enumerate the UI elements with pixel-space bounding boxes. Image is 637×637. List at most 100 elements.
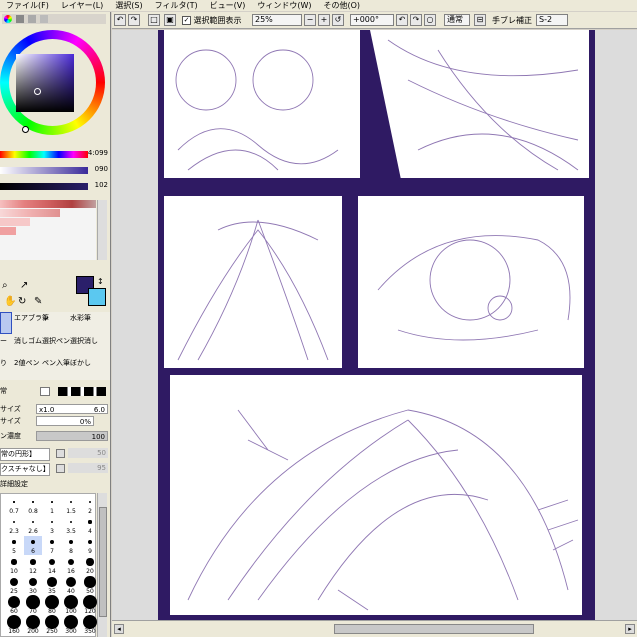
brush-size-cell[interactable]: 0.7 <box>5 496 23 515</box>
brush-size-cell[interactable]: 300 <box>62 615 80 635</box>
rotate-left-icon[interactable]: ↶ <box>396 14 408 26</box>
deselect-icon[interactable]: □ <box>148 14 160 26</box>
brush-size-cell[interactable]: 60 <box>5 595 23 615</box>
brush-size-cell[interactable]: 3 <box>43 516 61 535</box>
tool-inking-brush[interactable]: ペン入筆 <box>42 358 70 368</box>
canvas-area[interactable] <box>112 30 637 620</box>
density-field[interactable]: 100 <box>36 431 108 441</box>
stabilizer-select[interactable]: S-2 <box>536 14 568 26</box>
redo-icon[interactable]: ↷ <box>128 14 140 26</box>
brush-size-cell[interactable]: 6 <box>24 536 42 555</box>
rotation-select[interactable]: +000° <box>350 14 394 26</box>
value-slider[interactable] <box>0 183 88 190</box>
brush-size-cell[interactable]: 100 <box>62 595 80 615</box>
menu-select[interactable]: 選択(S) <box>109 0 148 11</box>
menu-view[interactable]: ビュー(V) <box>204 0 252 11</box>
swatch-scrollbar[interactable] <box>97 200 107 260</box>
scroll-left-icon[interactable]: ◂ <box>114 624 124 634</box>
rgb-tab-icon[interactable] <box>16 15 24 23</box>
saturation-value-square[interactable] <box>16 54 74 112</box>
tool-select-eraser[interactable]: 選択消し <box>70 336 98 346</box>
menu-other[interactable]: その他(O) <box>317 0 366 11</box>
manga-page[interactable] <box>158 30 595 620</box>
hand-tool-icon[interactable]: ✋ <box>4 296 16 307</box>
tool-watercolor[interactable]: 水彩筆 <box>70 313 91 323</box>
texture-select[interactable]: クスチャなし】 <box>0 463 50 476</box>
color-wheel-tab-icon[interactable] <box>4 15 12 23</box>
tool-blur[interactable]: ぼかし <box>70 358 91 368</box>
color-picker-cursor[interactable] <box>34 88 41 95</box>
rotate-right-icon[interactable]: ↷ <box>410 14 422 26</box>
eyedropper-icon[interactable]: ✎ <box>34 296 42 307</box>
menu-window[interactable]: ウィンドウ(W) <box>251 0 317 11</box>
zoom-reset-icon[interactable]: ↺ <box>332 14 344 26</box>
brush-size-cell[interactable]: 25 <box>5 576 23 595</box>
brush-size-cell[interactable]: 0.8 <box>24 496 42 515</box>
blend-label[interactable]: 常 <box>0 387 7 395</box>
brush-shape-selector[interactable] <box>58 387 106 396</box>
background-color-swatch[interactable] <box>88 288 106 306</box>
move-tool-icon[interactable]: ↗ <box>20 280 28 291</box>
checkbox-icon[interactable]: ✓ <box>182 16 191 25</box>
min-size-field[interactable]: 0% <box>36 416 94 426</box>
zoom-tool-icon[interactable]: ⌕ <box>2 280 8 291</box>
tool-partial-1[interactable]: ー <box>0 336 7 346</box>
invert-selection-icon[interactable]: ▣ <box>164 14 176 26</box>
brush-size-cell[interactable]: 160 <box>5 615 23 635</box>
brush-palette-scroll-thumb[interactable] <box>99 507 107 617</box>
hue-slider[interactable] <box>0 151 88 158</box>
hsv-tab-icon[interactable] <box>28 15 36 23</box>
brush-size-cell[interactable]: 1 <box>43 496 61 515</box>
shape-select[interactable]: 常の円形】 <box>0 448 50 461</box>
brush-size-cell[interactable]: 200 <box>24 615 42 635</box>
brush-size-cell[interactable]: 16 <box>62 556 80 575</box>
brush-size-cell[interactable]: 30 <box>24 576 42 595</box>
show-selection-toggle[interactable]: ✓ 選択範囲表示 <box>182 15 242 26</box>
rotate-tool-icon[interactable]: ↻ <box>18 296 26 307</box>
undo-icon[interactable]: ↶ <box>114 14 126 26</box>
brush-size-cell[interactable]: 12 <box>24 556 42 575</box>
horizontal-scroll-thumb[interactable] <box>334 624 534 634</box>
tool-brush[interactable]: 筆 <box>42 313 49 323</box>
texture-toggle-icon[interactable] <box>56 464 65 473</box>
hue-cursor[interactable] <box>22 126 29 133</box>
menu-file[interactable]: ファイル(F) <box>0 0 55 11</box>
blend-dropdown-icon[interactable] <box>40 387 50 396</box>
brush-size-cell[interactable]: 80 <box>43 595 61 615</box>
tool-partial-2[interactable]: り <box>0 358 7 368</box>
brush-size-cell[interactable]: 8 <box>62 536 80 555</box>
brush-size-cell[interactable]: 35 <box>43 576 61 595</box>
zoom-select[interactable]: 25% <box>252 14 302 26</box>
brush-size-cell[interactable]: 1.5 <box>62 496 80 515</box>
brush-size-cell[interactable]: 70 <box>24 595 42 615</box>
swap-colors-icon[interactable]: ↕ <box>97 277 104 286</box>
brush-size-cell[interactable]: 2.3 <box>5 516 23 535</box>
brush-size-cell[interactable]: 5 <box>5 536 23 555</box>
rotate-reset-icon[interactable]: ○ <box>424 14 436 26</box>
detail-settings[interactable]: 詳細設定 <box>0 479 110 490</box>
swatch-palette[interactable] <box>0 200 96 260</box>
brush-size-cell[interactable]: 14 <box>43 556 61 575</box>
color-wheel[interactable] <box>0 30 105 135</box>
pen-tool-selected[interactable] <box>0 312 12 334</box>
brush-palette-scrollbar[interactable] <box>97 493 107 637</box>
shape-toggle-icon[interactable] <box>56 449 65 458</box>
menu-layer[interactable]: レイヤー(L) <box>55 0 109 11</box>
brush-size-cell[interactable]: 3.5 <box>62 516 80 535</box>
brush-size-cell[interactable]: 250 <box>43 615 61 635</box>
tool-select-pen[interactable]: 選択ペン <box>42 336 70 346</box>
shape-strength[interactable]: 50 <box>68 448 108 458</box>
tool-eraser[interactable]: 消しゴム <box>14 336 42 346</box>
brush-size-cell[interactable]: 7 <box>43 536 61 555</box>
flip-icon[interactable]: ⊟ <box>474 14 486 26</box>
tool-binary-pen[interactable]: 2値ペン <box>14 358 39 368</box>
zoom-out-icon[interactable]: − <box>304 14 316 26</box>
zoom-in-icon[interactable]: + <box>318 14 330 26</box>
menu-filter[interactable]: フィルタ(T) <box>149 0 204 11</box>
size-field[interactable]: x1.0 6.0 <box>36 404 108 414</box>
saturation-slider[interactable] <box>0 167 88 174</box>
texture-strength[interactable]: 95 <box>68 463 108 473</box>
mixer-tab-icon[interactable] <box>40 15 48 23</box>
brush-size-cell[interactable]: 40 <box>62 576 80 595</box>
brush-size-cell[interactable]: 2.6 <box>24 516 42 535</box>
